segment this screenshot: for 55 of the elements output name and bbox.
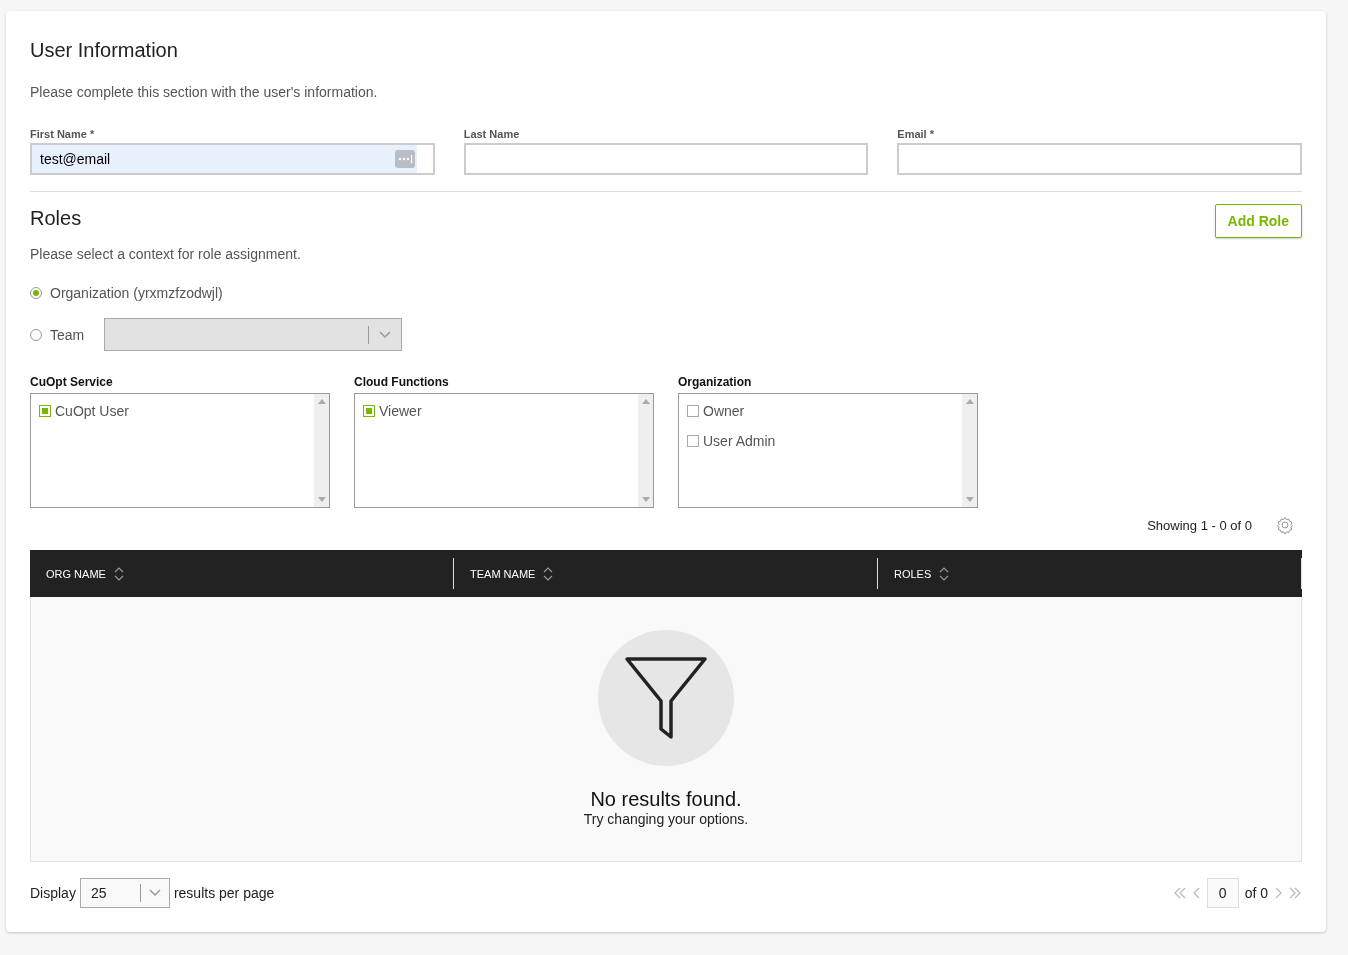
- password-manager-icon[interactable]: [394, 150, 415, 168]
- scrollbar[interactable]: [314, 394, 329, 507]
- page-size-dropdown[interactable]: 25: [79, 878, 170, 908]
- checkbox[interactable]: [687, 435, 699, 447]
- scrollbar[interactable]: [638, 394, 653, 507]
- group-title: Cloud Functions: [354, 375, 450, 389]
- empty-subtitle: Try changing your options.: [583, 811, 749, 827]
- field-label: Email *: [897, 128, 935, 140]
- scroll-down-icon[interactable]: [965, 497, 974, 503]
- section-title: Roles: [30, 207, 82, 230]
- checkbox-label: CuOpt User: [55, 403, 129, 419]
- sort-icon[interactable]: [113, 566, 124, 581]
- results-count: Showing 1 - 0 of 0: [1147, 517, 1252, 533]
- group-title: Organization: [678, 375, 753, 389]
- scroll-down-icon[interactable]: [641, 497, 650, 503]
- group-title: CuOpt Service: [30, 375, 114, 389]
- checkbox[interactable]: [687, 405, 699, 417]
- display-label: Display: [30, 885, 76, 901]
- scrollbar[interactable]: [962, 394, 977, 507]
- chevron-down-icon: [148, 889, 161, 897]
- sort-icon[interactable]: [543, 566, 554, 581]
- checkbox-label: Viewer: [379, 403, 422, 419]
- field-label: First Name *: [30, 128, 96, 140]
- page-total: of 0: [1244, 885, 1268, 901]
- empty-title: No results found.: [590, 788, 742, 811]
- first-page-icon[interactable]: [1172, 887, 1187, 899]
- section-description: Please select a context for role assignment.: [30, 246, 302, 262]
- column-header[interactable]: ROLES: [894, 567, 932, 580]
- checkbox[interactable]: [363, 405, 375, 417]
- checkbox-label: Owner: [703, 403, 745, 419]
- column-header[interactable]: ORG NAME: [46, 567, 106, 580]
- section-title: User Information: [30, 39, 179, 62]
- last-page-icon[interactable]: [1288, 887, 1302, 899]
- radio-label: Team: [50, 326, 85, 343]
- next-page-icon[interactable]: [1274, 887, 1282, 899]
- settings-icon[interactable]: [1276, 516, 1294, 534]
- radio-label: Organization (yrxmzfzodwjl): [50, 285, 223, 301]
- sort-icon[interactable]: [939, 566, 950, 581]
- previous-page-icon[interactable]: [1192, 887, 1201, 899]
- funnel-icon: [598, 630, 734, 766]
- section-description: Please complete this section with the user's information.: [30, 84, 379, 100]
- column-header[interactable]: TEAM NAME: [470, 567, 536, 580]
- field-label: Last Name: [463, 128, 521, 140]
- chevron-down-icon: [379, 330, 392, 339]
- per-page-label: results per page: [173, 885, 275, 901]
- scroll-up-icon[interactable]: [317, 398, 326, 404]
- page-number-field[interactable]: 0: [1206, 878, 1239, 908]
- scroll-up-icon[interactable]: [965, 398, 974, 404]
- checkbox-label: User Admin: [703, 433, 776, 449]
- scroll-up-icon[interactable]: [641, 398, 650, 404]
- checkbox[interactable]: [39, 405, 51, 417]
- scroll-down-icon[interactable]: [317, 497, 326, 503]
- input-field[interactable]: [463, 143, 869, 175]
- input-field[interactable]: test@email: [30, 143, 435, 175]
- input-field[interactable]: [897, 143, 1302, 175]
